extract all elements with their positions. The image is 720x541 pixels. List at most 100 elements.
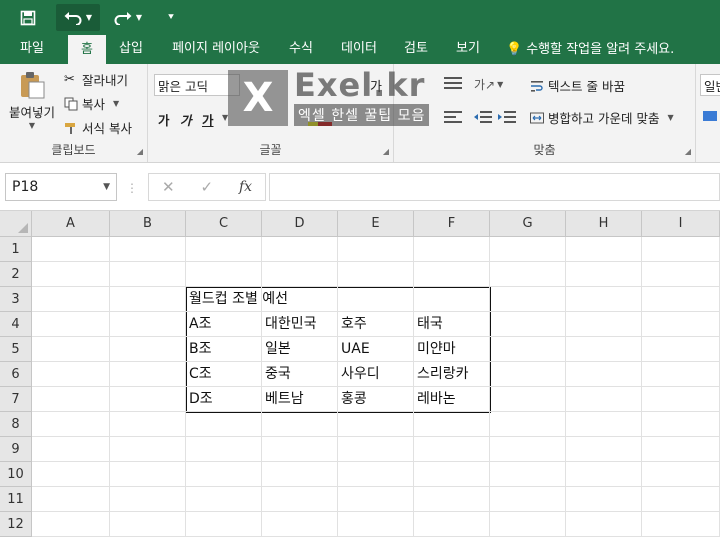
cell-h10[interactable] <box>566 462 642 487</box>
orientation-dropdown-icon[interactable]: ▼ <box>497 80 503 89</box>
customize-qat-icon[interactable]: ⯆ <box>160 4 182 31</box>
cell-d1[interactable] <box>262 237 338 262</box>
cell-d9[interactable] <box>262 437 338 462</box>
cell-b1[interactable] <box>110 237 186 262</box>
font-launcher-icon[interactable]: ◢ <box>383 147 389 156</box>
cell-c9[interactable] <box>186 437 262 462</box>
cell-h6[interactable] <box>566 362 642 387</box>
cell-d7[interactable]: 베트남 <box>262 387 338 412</box>
cell-d6[interactable]: 중국 <box>262 362 338 387</box>
column-header-h[interactable]: H <box>566 211 642 237</box>
tab-formulas[interactable]: 수식 <box>280 35 322 64</box>
name-box[interactable]: P18 ▼ <box>5 173 117 201</box>
row-header-5[interactable]: 5 <box>0 337 32 362</box>
redo-dropdown-icon[interactable]: ▼ <box>136 13 142 22</box>
column-header-b[interactable]: B <box>110 211 186 237</box>
cell-e12[interactable] <box>338 512 414 537</box>
cell-h5[interactable] <box>566 337 642 362</box>
column-header-a[interactable]: A <box>32 211 110 237</box>
row-header-11[interactable]: 11 <box>0 487 32 512</box>
cell-a5[interactable] <box>32 337 110 362</box>
cell-i1[interactable] <box>642 237 720 262</box>
tab-view[interactable]: 보기 <box>446 35 490 64</box>
cell-d12[interactable] <box>262 512 338 537</box>
cell-a4[interactable] <box>32 312 110 337</box>
cell-a6[interactable] <box>32 362 110 387</box>
cell-g2[interactable] <box>490 262 566 287</box>
cell-g7[interactable] <box>490 387 566 412</box>
cell-c12[interactable] <box>186 512 262 537</box>
name-box-dropdown-icon[interactable]: ▼ <box>103 182 110 192</box>
row-header-7[interactable]: 7 <box>0 387 32 412</box>
merge-center-dropdown-icon[interactable]: ▼ <box>667 113 673 122</box>
cell-g6[interactable] <box>490 362 566 387</box>
cell-b6[interactable] <box>110 362 186 387</box>
cell-i3[interactable] <box>642 287 720 312</box>
row-header-4[interactable]: 4 <box>0 312 32 337</box>
cell-e11[interactable] <box>338 487 414 512</box>
decrease-indent-button[interactable] <box>474 110 492 124</box>
cancel-icon[interactable]: ✕ <box>162 178 175 196</box>
cell-i6[interactable] <box>642 362 720 387</box>
cell-i10[interactable] <box>642 462 720 487</box>
cell-g8[interactable] <box>490 412 566 437</box>
cell-a7[interactable] <box>32 387 110 412</box>
redo-button[interactable]: ▼ <box>106 4 150 31</box>
cell-d11[interactable] <box>262 487 338 512</box>
cell-f2[interactable] <box>414 262 490 287</box>
cell-i7[interactable] <box>642 387 720 412</box>
column-header-f[interactable]: F <box>414 211 490 237</box>
cell-b10[interactable] <box>110 462 186 487</box>
cell-g3[interactable] <box>490 287 566 312</box>
cell-b9[interactable] <box>110 437 186 462</box>
cell-g5[interactable] <box>490 337 566 362</box>
copy-button[interactable]: 복사 ▼ <box>64 94 119 113</box>
cell-e9[interactable] <box>338 437 414 462</box>
row-header-9[interactable]: 9 <box>0 437 32 462</box>
tell-me-box[interactable]: 💡 수행할 작업을 알려 주세요. <box>506 35 674 64</box>
column-header-i[interactable]: I <box>642 211 720 237</box>
cell-f7[interactable]: 레바논 <box>414 387 490 412</box>
save-button[interactable] <box>12 4 44 31</box>
format-painter-button[interactable]: 서식 복사 <box>64 118 132 137</box>
row-header-6[interactable]: 6 <box>0 362 32 387</box>
column-header-g[interactable]: G <box>490 211 566 237</box>
cell-f5[interactable]: 미얀마 <box>414 337 490 362</box>
cell-f1[interactable] <box>414 237 490 262</box>
cell-d5[interactable]: 일본 <box>262 337 338 362</box>
cell-c10[interactable] <box>186 462 262 487</box>
cell-h1[interactable] <box>566 237 642 262</box>
cell-a1[interactable] <box>32 237 110 262</box>
cell-g1[interactable] <box>490 237 566 262</box>
cell-f9[interactable] <box>414 437 490 462</box>
cell-e8[interactable] <box>338 412 414 437</box>
cell-e4[interactable]: 호주 <box>338 312 414 337</box>
tab-review[interactable]: 검토 <box>394 35 438 64</box>
tab-data[interactable]: 데이터 <box>332 35 386 64</box>
cell-c1[interactable] <box>186 237 262 262</box>
merge-center-button[interactable]: 병합하고 가운데 맞춤 ▼ <box>530 108 674 127</box>
formula-input[interactable] <box>269 173 720 201</box>
cell-b11[interactable] <box>110 487 186 512</box>
cell-c8[interactable] <box>186 412 262 437</box>
cell-b3[interactable] <box>110 287 186 312</box>
cell-a11[interactable] <box>32 487 110 512</box>
wrap-text-button[interactable]: 텍스트 줄 바꿈 <box>530 76 625 95</box>
cut-button[interactable]: ✂ 잘라내기 <box>64 70 128 89</box>
cell-h12[interactable] <box>566 512 642 537</box>
cell-i4[interactable] <box>642 312 720 337</box>
cell-d3[interactable] <box>262 287 338 312</box>
cell-b8[interactable] <box>110 412 186 437</box>
cell-a3[interactable] <box>32 287 110 312</box>
cell-f3[interactable] <box>414 287 490 312</box>
cell-h7[interactable] <box>566 387 642 412</box>
cell-i5[interactable] <box>642 337 720 362</box>
cell-e2[interactable] <box>338 262 414 287</box>
bold-button[interactable]: 가 <box>158 110 170 129</box>
cell-g9[interactable] <box>490 437 566 462</box>
cell-i12[interactable] <box>642 512 720 537</box>
column-header-d[interactable]: D <box>262 211 338 237</box>
number-format-select[interactable]: 일반 <box>700 74 720 96</box>
orientation-button[interactable]: 가↗ ▼ <box>474 76 503 93</box>
tab-insert[interactable]: 삽입 <box>110 35 152 64</box>
